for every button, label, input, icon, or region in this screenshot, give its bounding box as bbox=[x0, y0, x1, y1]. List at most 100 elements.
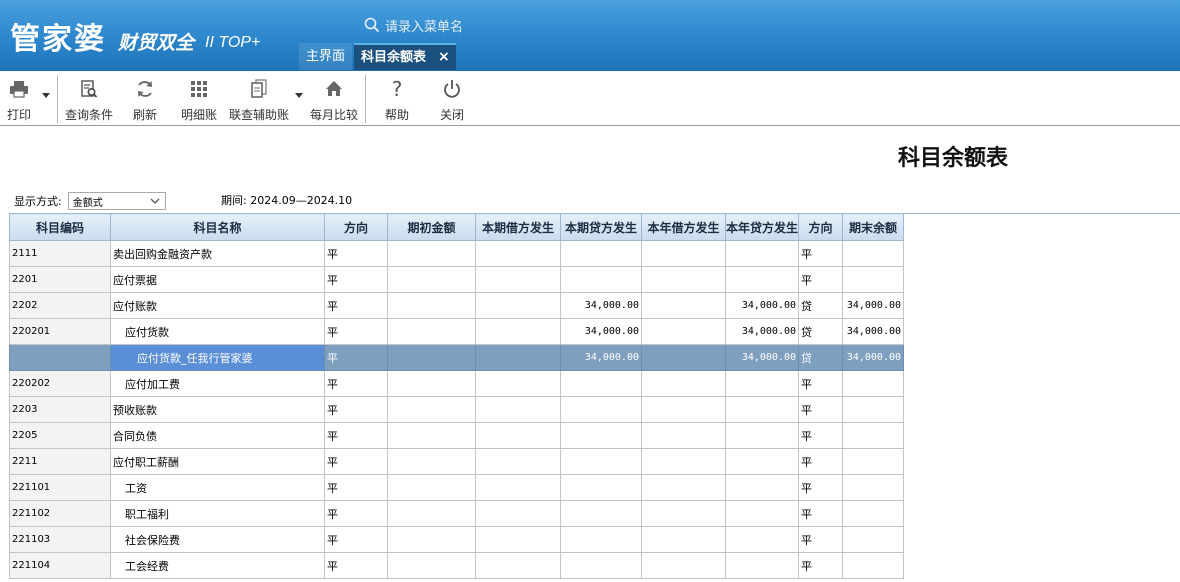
cell-account-code[interactable]: 221103 bbox=[9, 526, 111, 553]
cell-period-debit[interactable] bbox=[475, 292, 561, 319]
cell-period-credit[interactable]: 34,000.00 bbox=[560, 292, 642, 319]
cell-account-name[interactable]: 应付职工薪酬 bbox=[110, 448, 325, 475]
cell-year-credit[interactable]: 34,000.00 bbox=[724, 292, 800, 319]
cell-end-direction[interactable]: 平 bbox=[798, 396, 844, 423]
table-row[interactable]: 2211 应付职工薪酬平平 bbox=[9, 448, 905, 475]
table-row[interactable]: 2111 卖出回购金融资产款平平 bbox=[9, 240, 905, 267]
cell-account-code[interactable]: 220202 bbox=[9, 370, 111, 397]
cell-ending-balance[interactable] bbox=[842, 474, 905, 501]
cell-year-debit[interactable] bbox=[641, 344, 726, 371]
cell-opening-amount[interactable] bbox=[387, 422, 476, 449]
cell-opening-amount[interactable] bbox=[387, 370, 476, 397]
cell-direction[interactable]: 平 bbox=[324, 240, 388, 267]
aux-ledger-dropdown-icon[interactable] bbox=[295, 93, 303, 98]
menu-search[interactable]: 请录入菜单名 bbox=[364, 15, 463, 35]
cell-period-credit[interactable] bbox=[560, 396, 642, 423]
cell-account-name[interactable]: 工资 bbox=[110, 474, 325, 501]
table-row[interactable]: 220202 应付加工费平平 bbox=[9, 370, 905, 397]
cell-account-code[interactable]: 221102 bbox=[9, 500, 111, 527]
cell-year-credit[interactable] bbox=[724, 552, 800, 579]
col-ending-balance[interactable]: 期末余额 bbox=[842, 213, 905, 241]
cell-period-debit[interactable] bbox=[475, 526, 561, 553]
cell-period-debit[interactable] bbox=[475, 422, 561, 449]
cell-period-credit[interactable] bbox=[560, 240, 642, 267]
table-row[interactable]: 221101 工资平平 bbox=[9, 474, 905, 501]
display-mode-select[interactable]: 金额式 bbox=[67, 192, 166, 210]
cell-year-debit[interactable] bbox=[641, 396, 726, 423]
print-button[interactable]: 打印 bbox=[7, 77, 31, 123]
cell-year-credit[interactable]: 34,000.00 bbox=[724, 318, 800, 345]
cell-direction[interactable]: 平 bbox=[324, 500, 388, 527]
cell-period-credit[interactable]: 34,000.00 bbox=[560, 344, 642, 371]
cell-ending-balance[interactable] bbox=[842, 396, 905, 423]
cell-opening-amount[interactable] bbox=[387, 266, 476, 293]
cell-opening-amount[interactable] bbox=[387, 292, 476, 319]
table-row[interactable]: 221103 社会保险费平平 bbox=[9, 526, 905, 553]
cell-period-credit[interactable] bbox=[560, 422, 642, 449]
table-row[interactable]: 2202 应付账款平 34,000.00 34,000.00 贷 34,000.00 bbox=[9, 292, 905, 319]
cell-year-debit[interactable] bbox=[641, 500, 726, 527]
cell-year-debit[interactable] bbox=[641, 526, 726, 553]
cell-direction[interactable]: 平 bbox=[324, 526, 388, 553]
cell-period-debit[interactable] bbox=[475, 448, 561, 475]
cell-direction[interactable]: 平 bbox=[324, 422, 388, 449]
table-row[interactable]: 221102 职工福利平平 bbox=[9, 500, 905, 527]
search-placeholder[interactable]: 请录入菜单名 bbox=[385, 16, 463, 35]
cell-end-direction[interactable]: 平 bbox=[798, 448, 844, 475]
col-period-debit[interactable]: 本期借方发生 bbox=[475, 213, 561, 241]
cell-end-direction[interactable]: 平 bbox=[798, 240, 844, 267]
cell-account-code[interactable]: 221104 bbox=[9, 552, 111, 579]
cell-period-debit[interactable] bbox=[475, 396, 561, 423]
cell-period-credit[interactable] bbox=[560, 552, 642, 579]
cell-account-name[interactable]: 应付货款_任我行管家婆 bbox=[110, 344, 325, 371]
cell-end-direction[interactable]: 平 bbox=[798, 552, 844, 579]
table-row[interactable]: 2201 应付票据平平 bbox=[9, 266, 905, 293]
cell-opening-amount[interactable] bbox=[387, 240, 476, 267]
cell-year-credit[interactable] bbox=[724, 448, 800, 475]
cell-year-debit[interactable] bbox=[641, 318, 726, 345]
cell-account-code[interactable] bbox=[9, 344, 111, 371]
query-conditions-button[interactable]: 查询条件 bbox=[65, 77, 113, 123]
cell-year-credit[interactable] bbox=[724, 266, 800, 293]
cell-account-name[interactable]: 合同负债 bbox=[110, 422, 325, 449]
cell-end-direction[interactable]: 平 bbox=[798, 474, 844, 501]
tab-account-balance[interactable]: 科目余额表 × bbox=[354, 43, 456, 70]
cell-account-code[interactable]: 221101 bbox=[9, 474, 111, 501]
cell-year-debit[interactable] bbox=[641, 240, 726, 267]
cell-ending-balance[interactable]: 34,000.00 bbox=[842, 318, 905, 345]
col-account-name[interactable]: 科目名称 bbox=[110, 213, 325, 241]
cell-period-credit[interactable]: 34,000.00 bbox=[560, 318, 642, 345]
cell-account-name[interactable]: 应付票据 bbox=[110, 266, 325, 293]
cell-account-name[interactable]: 工会经费 bbox=[110, 552, 325, 579]
cell-ending-balance[interactable] bbox=[842, 552, 905, 579]
cell-period-credit[interactable] bbox=[560, 526, 642, 553]
cell-account-code[interactable]: 2111 bbox=[9, 240, 111, 267]
cell-year-credit[interactable] bbox=[724, 500, 800, 527]
cell-period-credit[interactable] bbox=[560, 370, 642, 397]
cell-year-debit[interactable] bbox=[641, 448, 726, 475]
cell-direction[interactable]: 平 bbox=[324, 552, 388, 579]
cell-period-debit[interactable] bbox=[475, 240, 561, 267]
tab-main[interactable]: 主界面 bbox=[299, 43, 353, 70]
cell-period-credit[interactable] bbox=[560, 448, 642, 475]
cell-account-name[interactable]: 应付加工费 bbox=[110, 370, 325, 397]
cell-ending-balance[interactable] bbox=[842, 448, 905, 475]
table-row[interactable]: 220201 应付货款平 34,000.00 34,000.00 贷 34,000.00 bbox=[9, 318, 905, 345]
cell-period-credit[interactable] bbox=[560, 474, 642, 501]
cell-direction[interactable]: 平 bbox=[324, 448, 388, 475]
cell-ending-balance[interactable] bbox=[842, 500, 905, 527]
cell-year-debit[interactable] bbox=[641, 266, 726, 293]
cell-ending-balance[interactable] bbox=[842, 370, 905, 397]
col-period-credit[interactable]: 本期贷方发生 bbox=[560, 213, 642, 241]
table-row[interactable]: 应付货款_任我行管家婆平 34,000.00 34,000.00 贷 34,000.00 bbox=[9, 344, 905, 371]
cell-direction[interactable]: 平 bbox=[324, 344, 388, 371]
table-row[interactable]: 221104 工会经费平平 bbox=[9, 552, 905, 579]
cell-direction[interactable]: 平 bbox=[324, 396, 388, 423]
close-button[interactable]: 关闭 bbox=[440, 77, 464, 123]
cell-end-direction[interactable]: 贷 bbox=[798, 344, 844, 371]
cell-direction[interactable]: 平 bbox=[324, 318, 388, 345]
cell-period-debit[interactable] bbox=[475, 266, 561, 293]
table-row[interactable]: 2205 合同负债平平 bbox=[9, 422, 905, 449]
col-direction[interactable]: 方向 bbox=[324, 213, 388, 241]
cell-ending-balance[interactable]: 34,000.00 bbox=[842, 292, 905, 319]
